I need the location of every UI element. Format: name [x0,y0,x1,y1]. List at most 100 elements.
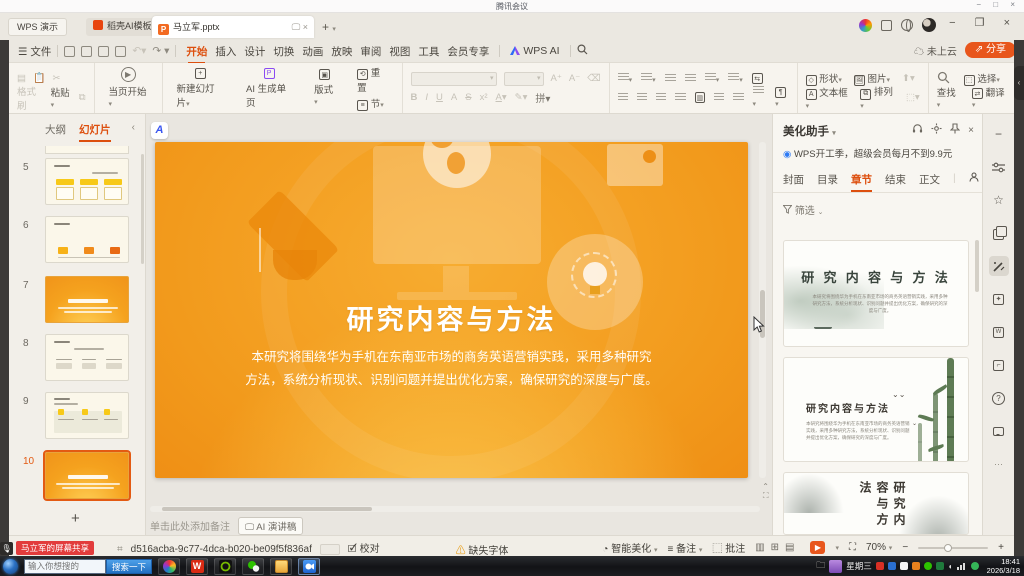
thumbnail-slide-7[interactable] [45,276,129,323]
zoom-in-button[interactable]: + [998,542,1004,553]
menu-animation[interactable]: 动画 [298,44,327,59]
assistant-tab-body[interactable]: 正文 [919,172,940,187]
fit-buttons[interactable]: ⌃⛶ [762,482,769,500]
taskbar-search[interactable]: 搜索一下 [24,559,152,574]
pin-icon[interactable] [950,123,960,137]
zoom-slider[interactable] [918,547,988,549]
indent-icon[interactable] [685,74,696,83]
network-icon[interactable] [957,557,967,575]
template-card-vertical[interactable]: 研究内容与方法 [783,472,969,535]
panel-title[interactable]: 美化助手 ▾ [783,123,836,139]
taskbar-app-meeting[interactable] [298,558,320,575]
menu-insert[interactable]: 插入 [211,44,240,59]
superscript-button[interactable]: x² [480,92,488,103]
bold-button[interactable]: B [411,92,418,103]
font-color-button[interactable]: A▾ [496,92,507,103]
arrange-button[interactable]: ⧉ 排列▾ [860,84,894,111]
filter-button[interactable]: 筛选 ⌄ [783,202,823,217]
app-menu-button[interactable]: WPS 演示 [8,18,67,36]
tray-icon-orange[interactable] [912,562,920,570]
template-card-bamboo[interactable]: ⌄⌄ ⌄ 研究内容与方法 本研究将围绕华为手机在东南亚市场的商务英语营销实践，采… [783,357,969,462]
search-input[interactable] [24,559,106,574]
screenshot-icon[interactable]: ⌐ [989,355,1009,375]
person-icon[interactable] [969,172,979,187]
notes-button[interactable]: ≡ 备注 ▾ [668,540,703,555]
line-spacing-icon[interactable]: ▾ [728,73,743,85]
menu-tools[interactable]: 工具 [414,44,443,59]
smart-typeset-icon[interactable]: ⇆ [752,73,763,84]
workspace-icon[interactable] [881,20,892,31]
properties-icon[interactable] [989,157,1009,177]
textbox-button[interactable]: A 文本框▾ [806,85,849,111]
sidebar-scrollbar[interactable] [141,154,144,264]
headset-icon[interactable] [912,123,923,137]
clear-format-icon[interactable]: ⌫ [587,73,600,84]
cloud-status[interactable]: ☁ 未上云 [914,43,957,58]
tray-icon-meeting[interactable] [888,562,896,570]
new-slide-button[interactable]: +新建幻灯片▾ [171,68,230,109]
paragraph-settings-icon[interactable]: ¶▾ [775,86,789,109]
columns-icon[interactable]: ▥ [695,92,705,103]
panel-scrollbar[interactable] [975,240,979,292]
print-icon[interactable] [98,46,109,57]
missing-font-warning[interactable]: ⚠ 缺失字体 [456,542,509,557]
phonetic-button[interactable]: 拼▾ [535,90,550,105]
material-icon[interactable]: ✦ [989,289,1009,309]
calendar-icon[interactable] [829,560,842,573]
select-button[interactable]: ⬚ 选择▾ [964,71,1000,86]
numbering-icon[interactable]: ▾ [641,73,656,85]
sidebar-collapse-icon[interactable]: ‹ [132,122,135,133]
zoom-out-button[interactable]: − [902,542,908,553]
bullets-icon[interactable]: ▾ [618,73,633,85]
text-direction-icon[interactable]: ▾ [705,73,720,85]
tab-controls[interactable]: 🖵 × [292,16,308,38]
panel-collapse-handle[interactable]: ‹ [1014,66,1024,100]
translate-button[interactable]: ⇄ 翻译▾ [972,85,1006,111]
meeting-window-controls[interactable]: − □ × [976,0,1020,9]
decrease-indent-icon[interactable] [733,93,743,102]
taskbar-clock[interactable]: 18:41 2026/3/18 [983,557,1020,576]
underline-button[interactable]: U [436,92,443,103]
notes-placeholder[interactable]: 单击此处添加备注 [150,518,230,533]
section-button[interactable]: ≡ 节▾ [357,96,384,111]
volume-icon[interactable]: ◖ [948,562,953,571]
align-right-icon[interactable] [656,93,666,102]
tray-icon-status[interactable] [971,562,979,570]
menu-view[interactable]: 视图 [385,44,414,59]
gear-icon[interactable] [931,123,942,137]
save-icon[interactable] [64,46,75,57]
tray-icon-wechat[interactable] [924,562,932,570]
zoom-level[interactable]: 70% ▾ [866,542,892,553]
reset-button[interactable]: ⟲ 重置 [357,65,387,94]
resources-icon[interactable] [989,223,1009,243]
fit-window-icon[interactable]: ⛶ [849,542,856,553]
play-from-current-button[interactable]: ▶ 当页开始▾ [103,67,154,109]
assistant-tab-cover[interactable]: 封面 [783,172,804,187]
beautify-tool-icon[interactable] [989,256,1009,276]
vertical-scrollbar[interactable] [759,142,766,478]
slide-body[interactable]: 本研究将围绕华为手机在东南亚市场的商务英语营销实践，采用多种研究 方法，系统分析… [215,346,688,391]
taskbar-app-browser[interactable] [158,558,180,575]
share-button[interactable]: ⇗ 分享 [965,42,1016,58]
redo-icon[interactable]: ↷ ▾ [152,45,169,57]
menu-home[interactable]: 开始 [182,44,211,59]
close-icon[interactable]: × [968,125,974,136]
increase-indent-icon[interactable] [714,93,724,102]
tab-slides[interactable]: 幻灯片 [79,122,111,142]
current-slide[interactable]: 研究内容与方法 本研究将围绕华为手机在东南亚市场的商务英语营销实践，采用多种研究… [155,142,748,478]
tab-document-active[interactable]: P马立军.pptx 🖵 × [152,16,314,38]
smart-beautify-button[interactable]: ◔ 智能美化 ▾ [602,540,657,555]
char-spacing-button[interactable]: A [451,92,457,103]
new-tab-button[interactable]: + ▾ [322,20,336,34]
list-settings-icon[interactable]: ▾ [753,86,767,109]
paste-icon[interactable]: 📋 [33,73,45,84]
add-slide-button[interactable]: + [71,510,80,527]
preview-icon[interactable] [115,46,126,57]
align-left-icon[interactable] [618,93,628,102]
favorites-icon[interactable]: ☆ [989,190,1009,210]
shrink-font-icon[interactable]: A⁻ [569,73,580,84]
user-avatar[interactable] [922,18,936,32]
tray-icon-security[interactable] [876,562,884,570]
italic-button[interactable]: I [425,92,428,103]
thumbnail-slide-5[interactable] [45,158,129,205]
